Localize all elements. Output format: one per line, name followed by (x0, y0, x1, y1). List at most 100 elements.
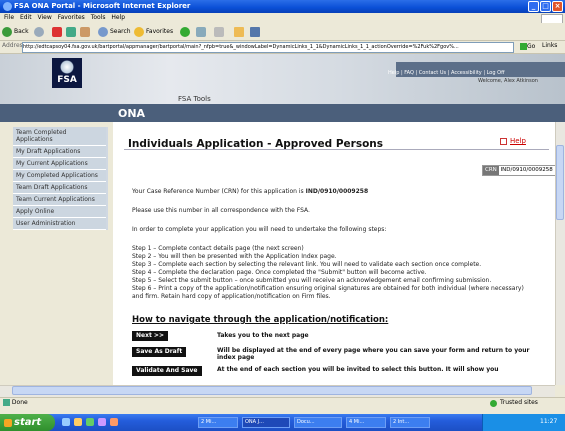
links-button[interactable]: Links (542, 42, 557, 49)
quick-launch-icon[interactable] (86, 418, 94, 426)
print-button[interactable] (214, 26, 224, 37)
quick-launch-icon[interactable] (74, 418, 82, 426)
step-4: Step 4 – Complete the declaration page. … (132, 269, 427, 276)
title-divider (124, 149, 549, 150)
home-icon (80, 26, 90, 37)
stop-icon (52, 26, 62, 37)
app-bar: ONA (0, 104, 565, 122)
starburst-icon (60, 60, 74, 74)
crn-value: IND/0910/0009258 (500, 167, 553, 173)
taskbar-item-word[interactable]: 4 Mi... (346, 417, 386, 428)
clock: 11:27 (540, 418, 558, 425)
forward-arrow-icon (34, 26, 44, 37)
step-1: Step 1 – Complete contact details page (… (132, 245, 304, 252)
address-input[interactable]: http://edtcapsoy04.fsa.gov.uk/bartportal… (22, 42, 514, 53)
sidebar-item-my-current[interactable]: My Current Applications (13, 158, 106, 170)
zone-text: Trusted sites (500, 399, 538, 406)
menu-edit[interactable]: Edit (20, 14, 32, 21)
status-bar: Done Trusted sites (0, 397, 565, 408)
refresh-icon (66, 26, 76, 37)
toolbar: Back Search Favorites (0, 23, 565, 41)
navigation-heading: How to navigate through the application/… (132, 315, 389, 325)
step-2: Step 2 – You will then be presented with… (132, 253, 337, 260)
windows-flag-icon (4, 419, 12, 427)
internet-explorer-icon (3, 2, 12, 11)
mail-button[interactable] (196, 26, 206, 37)
quick-launch-icon[interactable] (110, 418, 118, 426)
zone-icon (490, 400, 497, 407)
sidebar-item-team-current[interactable]: Team Current Applications (13, 194, 106, 206)
next-button[interactable]: Next >> (132, 331, 168, 341)
step-5: Step 5 – Select the submit button – once… (132, 277, 492, 284)
close-button[interactable]: × (552, 1, 563, 12)
sidebar-item-my-completed[interactable]: My Completed Applications (13, 170, 106, 182)
step-6-continued: and firm. Retain hard copy of applicatio… (132, 293, 331, 300)
maximize-button[interactable]: □ (540, 1, 551, 12)
sidebar-item-apply-online[interactable]: Apply Online (13, 206, 106, 218)
history-icon (180, 26, 190, 37)
menu-bar: File Edit View Favorites Tools Help (0, 13, 565, 24)
back-button[interactable]: Back (2, 26, 29, 37)
tools-button[interactable] (250, 26, 260, 37)
next-description: Takes you to the next page (217, 332, 309, 339)
steps-intro: In order to complete your application yo… (132, 226, 387, 233)
title-bar[interactable]: FSA ONA Portal - Microsoft Internet Expl… (0, 0, 565, 13)
search-button[interactable]: Search (98, 26, 131, 37)
history-button[interactable] (180, 26, 192, 37)
forward-button[interactable] (34, 26, 46, 37)
favorites-button[interactable]: Favorites (134, 26, 173, 37)
quick-launch-icon[interactable] (62, 418, 70, 426)
refresh-button[interactable] (66, 26, 76, 37)
taskbar-item-document[interactable]: Docu... (294, 417, 342, 428)
print-icon (214, 26, 224, 37)
menu-tools[interactable]: Tools (91, 14, 106, 21)
save-as-draft-button[interactable]: Save As Draft (132, 347, 187, 357)
crn-label: CRN (483, 166, 499, 175)
fsa-tools-label: FSA Tools (178, 95, 211, 103)
folder-icon (234, 26, 244, 37)
back-arrow-icon (2, 26, 12, 37)
app-name: ONA (118, 107, 146, 120)
menu-view[interactable]: View (38, 14, 52, 21)
horizontal-scroll-thumb[interactable] (12, 386, 532, 395)
vertical-scroll-thumb[interactable] (556, 145, 564, 220)
minimize-button[interactable]: _ (528, 1, 539, 12)
save-as-draft-description: Will be displayed at the end of every pa… (217, 347, 530, 361)
sidebar-item-team-completed[interactable]: Team Completed Applications (13, 127, 106, 146)
step-6: Step 6 – Print a copy of the application… (132, 285, 524, 292)
welcome-text: Welcome, Alex Atkinson (478, 78, 538, 84)
taskbar-item-outlook[interactable]: 2 Mi... (198, 417, 238, 428)
fsa-logo: FSA (52, 58, 82, 88)
validate-and-save-button[interactable]: Validate And Save (132, 366, 202, 376)
help-icon[interactable] (500, 138, 507, 145)
grid-icon (250, 26, 260, 37)
sidebar-item-team-draft[interactable]: Team Draft Applications (13, 182, 106, 194)
correspondence-note: Please use this number in all correspond… (132, 207, 310, 214)
status-text: Done (11, 399, 28, 406)
window-title: FSA ONA Portal - Microsoft Internet Expl… (14, 2, 191, 10)
page-status-icon (3, 399, 10, 406)
quick-launch-icon[interactable] (98, 418, 106, 426)
taskbar-item-ona[interactable]: ONA J... (242, 417, 290, 428)
step-3: Step 3 – Complete each section by select… (132, 261, 482, 268)
go-arrow-icon (520, 43, 527, 50)
search-icon (98, 26, 108, 37)
menu-help[interactable]: Help (111, 14, 125, 21)
taskbar-item-ie[interactable]: 2 Int... (390, 417, 430, 428)
help-link[interactable]: Help (510, 137, 526, 145)
sidebar-item-user-admin[interactable]: User Administration (13, 218, 106, 230)
crn-sentence: Your Case Reference Number (CRN) for thi… (132, 188, 369, 195)
header-links[interactable]: Help | FAQ | Contact Us | Accessibility … (388, 70, 505, 76)
stop-button[interactable] (52, 26, 62, 37)
home-button[interactable] (80, 26, 90, 37)
go-button[interactable]: Go (520, 42, 540, 52)
menu-favorites[interactable]: Favorites (58, 14, 85, 21)
star-icon (134, 26, 144, 37)
sidebar-nav: Team Completed Applications My Draft App… (13, 127, 108, 230)
mail-icon (196, 26, 206, 37)
menu-file[interactable]: File (4, 14, 14, 21)
address-bar: Address http://edtcapsoy04.fsa.gov.uk/ba… (0, 41, 565, 54)
crn-box: CRN IND/0910/0009258 (482, 165, 556, 176)
sidebar-item-my-draft[interactable]: My Draft Applications (13, 146, 106, 158)
folder-button[interactable] (234, 26, 244, 37)
